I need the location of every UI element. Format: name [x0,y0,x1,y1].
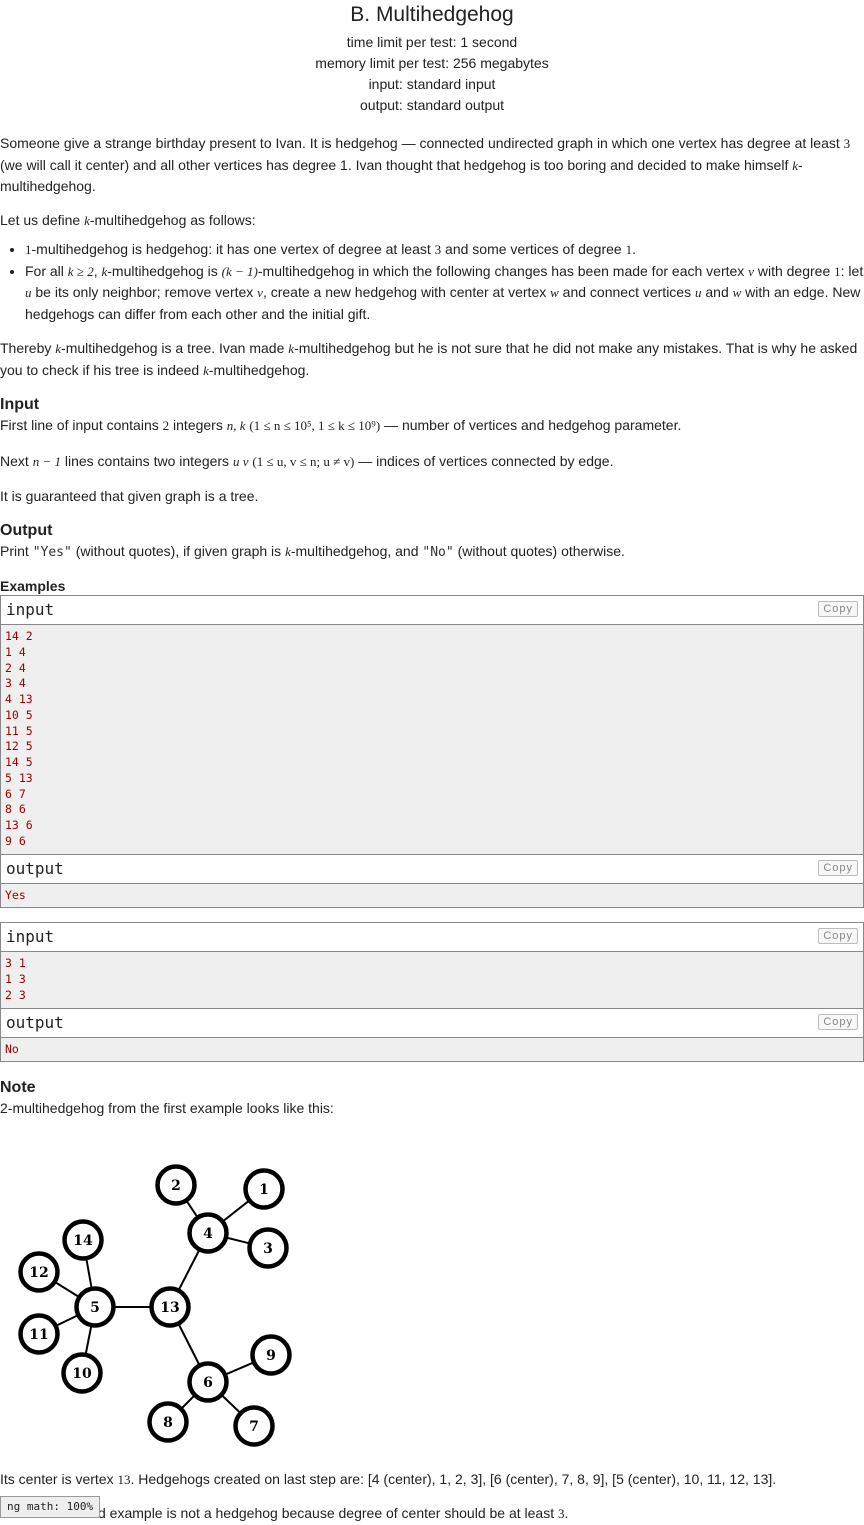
graph-node-8: 8 [147,1401,189,1443]
copy-button[interactable]: Copy [818,1013,858,1030]
svg-text:7: 7 [249,1419,259,1435]
note-heading: Note [0,1079,36,1097]
memory-limit: memory limit per test: 256 megabytes [315,55,549,71]
input-label: input [6,600,55,619]
definition-item-2: For all k ≥ 2, k-multihedgehog is (k − 1… [25,261,864,325]
svg-text:14: 14 [73,1233,93,1249]
graph-node-4: 4 [187,1212,229,1254]
graph-node-11: 11 [18,1313,60,1355]
input-spec: input: standard input [368,76,496,92]
graph-node-2: 2 [155,1164,197,1206]
example-2-input-text[interactable]: 3 1 1 3 2 3 [1,952,863,1008]
example-1-input-text[interactable]: 14 2 1 4 2 4 3 4 4 13 10 5 11 5 12 5 14 … [1,625,863,854]
problem-title: B. Multihedgehog [350,3,514,26]
svg-text:3: 3 [263,1241,273,1257]
input-line-3: It is guaranteed that given graph is a t… [0,488,259,504]
svg-text:5: 5 [90,1300,100,1316]
svg-text:10: 10 [72,1366,92,1382]
output-heading: Output [0,521,53,539]
output-line: Print "Yes" (without quotes), if given g… [0,542,625,560]
copy-button[interactable]: Copy [818,601,858,617]
input-line-2: Next n − 1 lines contains two integers u… [0,452,614,469]
input-line-1: First line of input contains 2 integers … [0,417,682,433]
output-spec: output: standard output [360,97,504,113]
note-second: d example is not a hedgehog because degr… [98,1505,569,1522]
definition-list: 1-multihedgehog is hedgehog: it has one … [0,239,864,324]
input-heading: Input [0,396,40,413]
graph-node-9: 9 [250,1334,292,1376]
note-center: Its center is vertex 13. Hedgehogs creat… [0,1470,777,1487]
graph-node-6: 6 [187,1361,229,1403]
svg-text:2: 2 [171,1178,181,1194]
svg-text:12: 12 [29,1265,48,1281]
svg-text:4: 4 [203,1226,213,1242]
statement-paragraph-1: Someone give a strange birthday present … [0,135,851,194]
graph-node-10: 10 [61,1352,103,1394]
example-2-output-text[interactable]: No [1,1037,863,1062]
output-label: output [6,858,64,878]
math-zoom-indicator[interactable]: ng math: 100% [0,1496,101,1518]
example-2-input: input Copy 3 1 1 3 2 3 [0,922,864,1009]
graph-node-13: 13 [149,1286,191,1328]
output-label: output [6,1012,64,1032]
graph-node-1: 1 [243,1168,285,1210]
example-1-input: input Copy 14 2 1 4 2 4 3 4 4 13 10 5 11 … [0,595,864,855]
svg-text:11: 11 [29,1327,48,1343]
svg-text:8: 8 [163,1415,173,1431]
copy-button[interactable]: Copy [818,928,858,945]
copy-button[interactable]: Copy [818,859,858,876]
example-1-output: output Copy Yes [0,854,864,909]
statement-paragraph-3: Thereby k-multihedgehog is a tree. Ivan … [0,340,858,378]
graph-node-5: 5 [74,1286,116,1328]
svg-text:6: 6 [203,1375,213,1391]
input-label: input [6,927,55,947]
svg-text:1: 1 [259,1182,269,1198]
svg-text:13: 13 [160,1300,179,1316]
definition-item-1: 1-multihedgehog is hedgehog: it has one … [25,239,864,261]
graph-node-14: 14 [62,1219,104,1261]
multihedgehog-graph: 1234567891011121314 [18,1164,292,1447]
graph-node-7: 7 [233,1405,275,1447]
svg-text:9: 9 [266,1348,276,1364]
statement-paragraph-2: Let us define k-multihedgehog as follows… [0,211,256,228]
time-limit: time limit per test: 1 second [346,34,518,50]
note-intro: 2-multihedgehog from the first example l… [0,1100,334,1117]
graph-node-12: 12 [18,1251,60,1293]
example-1-output-text[interactable]: Yes [1,883,863,908]
examples-heading: Examples [0,578,66,594]
graph-node-3: 3 [247,1227,289,1269]
example-2-output: output Copy No [0,1008,864,1063]
